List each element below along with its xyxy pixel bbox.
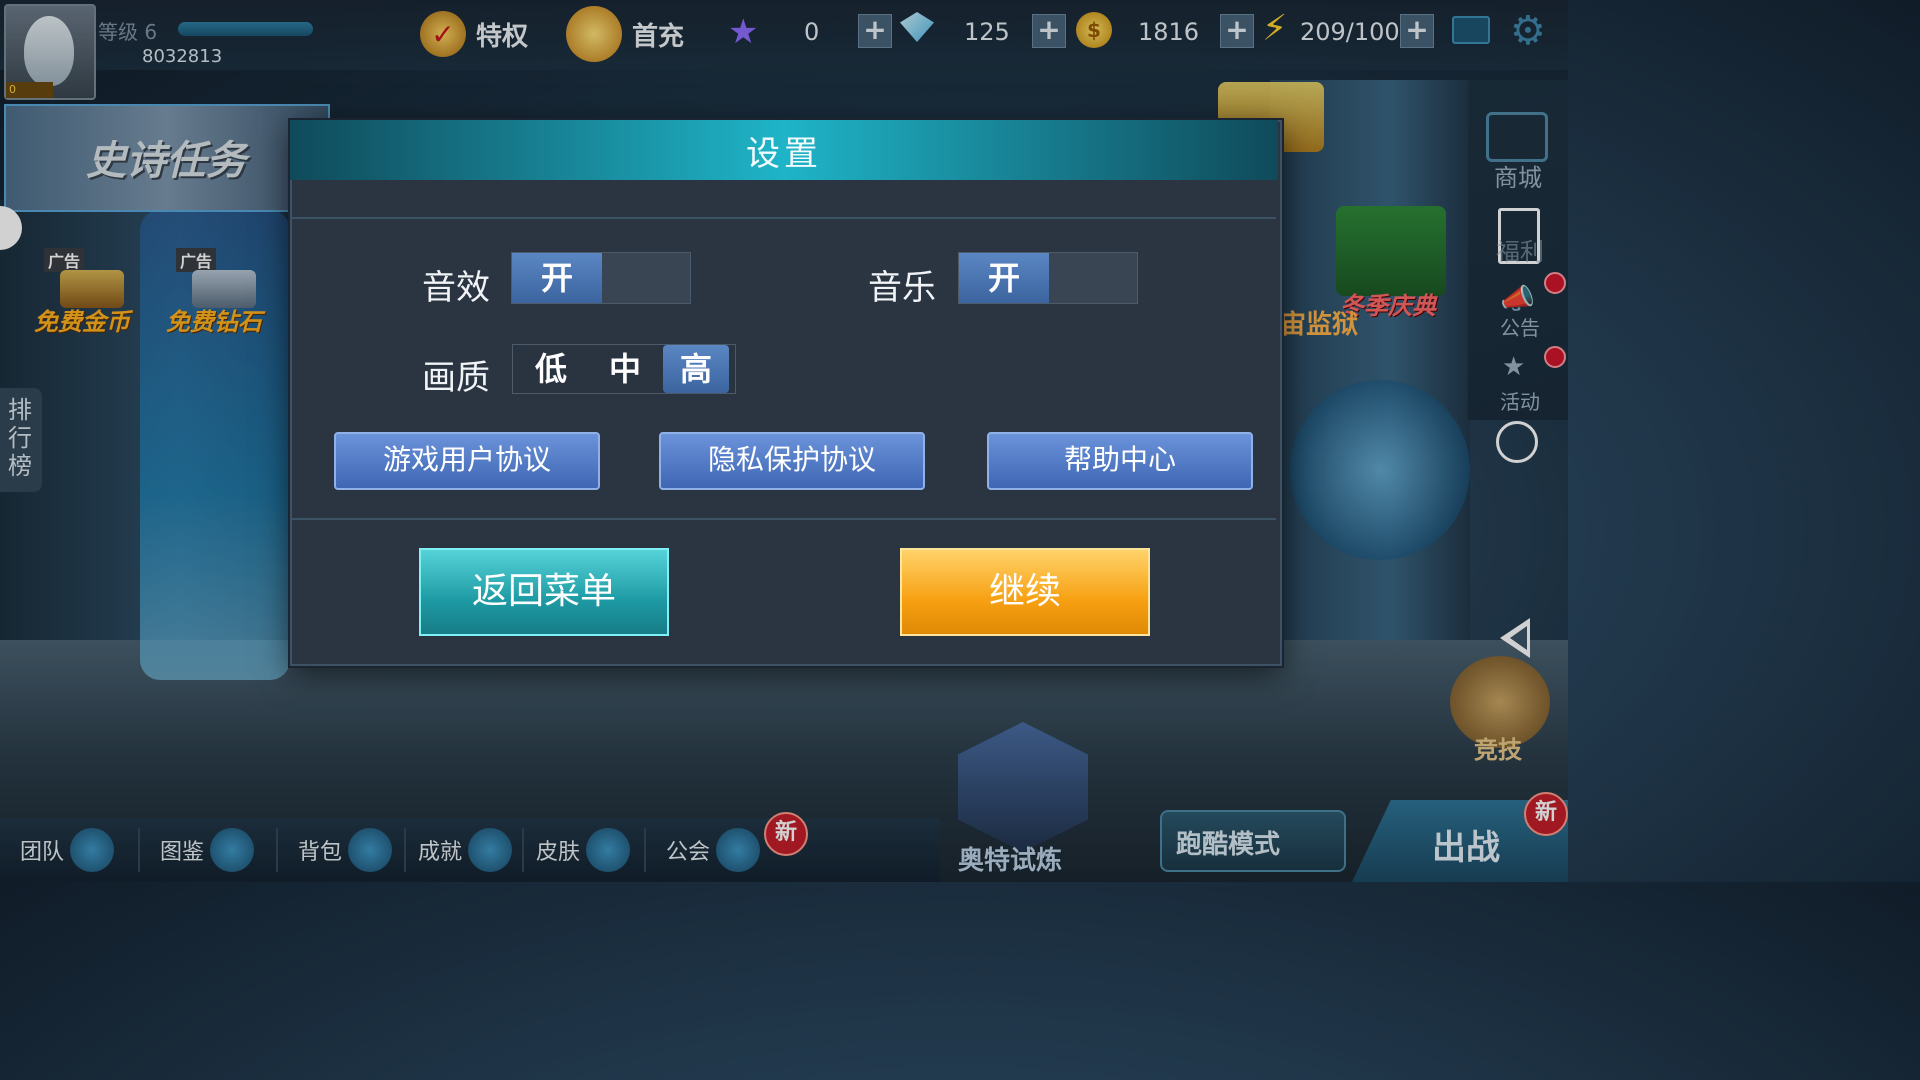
back-to-menu-button[interactable]: 返回菜单 bbox=[419, 548, 669, 636]
quality-label: 画质 bbox=[422, 358, 490, 398]
sound-effects-toggle[interactable]: 开 bbox=[511, 252, 691, 304]
music-toggle-state: 开 bbox=[959, 253, 1049, 303]
dialog-divider bbox=[292, 217, 1276, 219]
settings-dialog-title: 设置 bbox=[746, 134, 822, 174]
sound-effects-toggle-state: 开 bbox=[512, 253, 602, 303]
user-agreement-button[interactable]: 游戏用户协议 bbox=[334, 432, 600, 490]
dialog-divider bbox=[292, 518, 1276, 520]
music-label: 音乐 bbox=[868, 268, 936, 308]
quality-option-high[interactable]: 高 bbox=[663, 345, 729, 393]
continue-button[interactable]: 继续 bbox=[900, 548, 1150, 636]
sound-effects-label: 音效 bbox=[422, 268, 490, 308]
quality-selector: 低 中 高 bbox=[512, 344, 736, 394]
quality-option-medium[interactable]: 中 bbox=[589, 345, 661, 393]
privacy-policy-button[interactable]: 隐私保护协议 bbox=[659, 432, 925, 490]
help-center-button[interactable]: 帮助中心 bbox=[987, 432, 1253, 490]
music-toggle[interactable]: 开 bbox=[958, 252, 1138, 304]
quality-option-low[interactable]: 低 bbox=[515, 345, 587, 393]
